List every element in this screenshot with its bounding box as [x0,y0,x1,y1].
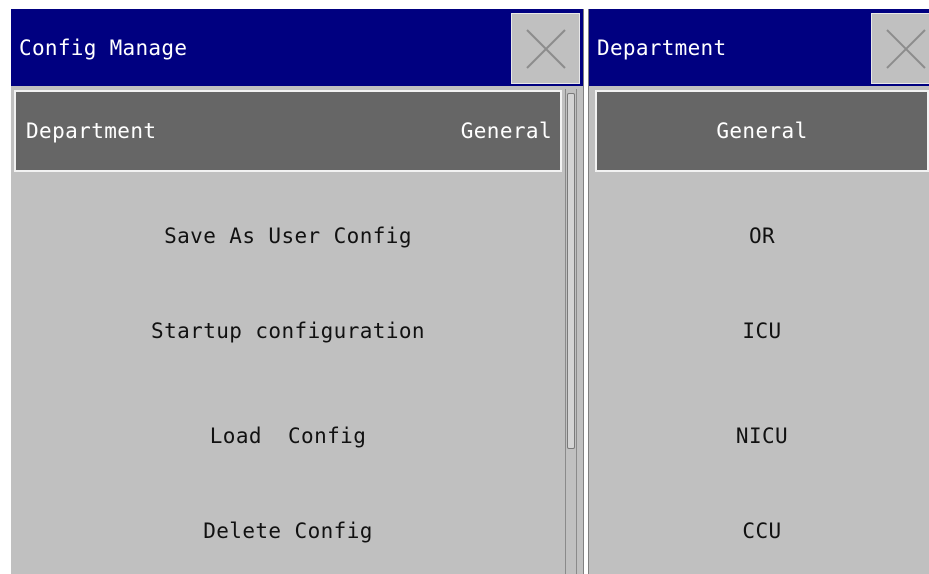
department-option-label: OR [748,224,776,248]
department-option-general[interactable]: General [595,90,929,172]
close-icon [885,28,926,69]
department-option-icu[interactable]: ICU [595,290,929,372]
config-manage-title: Config Manage [19,35,188,60]
save-as-user-config-label: Save As User Config [164,224,412,248]
department-option-ccu[interactable]: CCU [595,490,929,572]
department-option-label: ICU [742,319,782,343]
department-close-button[interactable] [871,13,929,84]
config-manage-close-button[interactable] [511,13,580,84]
department-row[interactable]: Department General [14,90,562,172]
config-scrollbar-thumb[interactable] [567,93,575,449]
load-config-label: Load Config [209,424,367,448]
startup-configuration-button[interactable]: Startup configuration [14,290,562,372]
config-scrollbar-track[interactable] [565,89,577,574]
department-option-nicu[interactable]: NICU [595,395,929,477]
delete-config-label: Delete Config [203,519,373,543]
department-row-label: Department [26,119,157,143]
department-option-or[interactable]: OR [595,195,929,277]
delete-config-button[interactable]: Delete Config [14,490,562,572]
startup-configuration-label: Startup configuration [151,319,425,343]
department-title: Department [597,35,727,60]
department-dialog: Department General OR ICU NICU CCU [589,9,929,574]
close-icon [525,28,566,69]
config-manage-dialog: Config Manage Department General Save As… [11,9,583,574]
load-config-button[interactable]: Load Config [14,395,562,477]
department-option-label: General [716,119,808,143]
department-option-label: CCU [742,519,782,543]
department-row-value: General [460,119,552,143]
config-manage-title-bar: Config Manage [11,9,583,86]
save-as-user-config-button[interactable]: Save As User Config [14,195,562,277]
department-option-label: NICU [735,424,789,448]
